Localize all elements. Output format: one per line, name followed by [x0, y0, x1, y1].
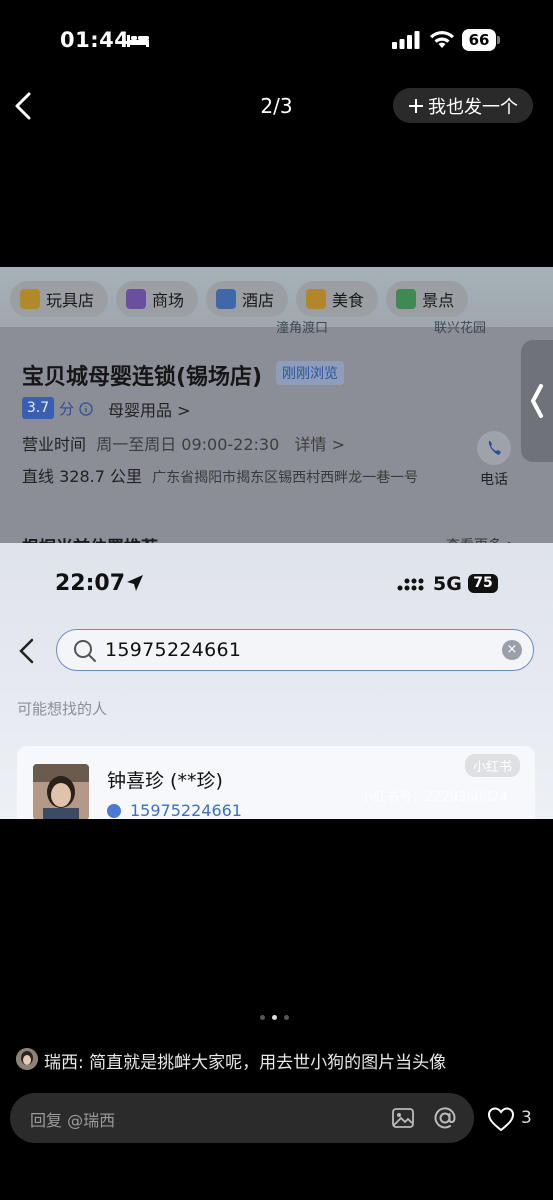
chevron-left-icon — [530, 384, 543, 418]
store-category-link[interactable]: 母婴用品 > — [108, 397, 191, 421]
search-value: 15975224661 — [105, 639, 242, 661]
recommend-more-link[interactable]: 查看更多 > — [446, 535, 518, 543]
phone-call-button[interactable] — [477, 431, 511, 465]
pager-dot — [284, 1015, 289, 1020]
mention-icon[interactable] — [432, 1105, 458, 1131]
recently-viewed-badge: 刚刚浏览 — [276, 361, 344, 385]
info-icon — [79, 402, 93, 416]
location-arrow-icon — [127, 575, 143, 591]
back-arrow-icon[interactable] — [18, 638, 36, 664]
mall-icon — [126, 289, 147, 309]
rating-unit: 分 — [59, 398, 93, 419]
watermark-id: 小红书号：2229360824 — [360, 790, 508, 805]
search-icon — [74, 640, 96, 662]
chip-toy-store[interactable]: 玩具店 — [10, 281, 109, 317]
battery-indicator: 66 — [462, 29, 496, 51]
heart-icon[interactable] — [487, 1106, 515, 1132]
store-name: 宝贝城母婴连锁(锡场店) — [22, 365, 263, 390]
reply-input[interactable]: 回复 @瑞西 — [10, 1093, 474, 1143]
map-place-label: 联兴花园 — [434, 321, 487, 336]
chip-scenic[interactable]: 景点 — [386, 281, 469, 317]
chip-label: 景点 — [422, 291, 455, 310]
contact-result-card[interactable]: 钟喜珍 (**珍) 15975224661 小红书 小红书号：222936082… — [17, 746, 535, 819]
commenter-avatar[interactable] — [16, 1048, 38, 1070]
avatar-photo — [33, 764, 89, 819]
screenshot-battery: 75 — [468, 574, 498, 593]
contact-badge-icon — [107, 804, 121, 818]
search-input[interactable]: 15975224661 × — [56, 629, 534, 671]
clear-icon[interactable]: × — [502, 640, 522, 660]
chip-food[interactable]: 美食 — [296, 281, 379, 317]
category-chips: 玩具店 商场 酒店 美食 景点 — [10, 281, 469, 317]
phone-icon — [488, 441, 501, 455]
contact-name: 钟喜珍 (**珍) — [107, 770, 223, 792]
toy-bag-icon — [20, 289, 40, 309]
plus-icon — [409, 98, 423, 113]
suggestion-hint: 可能想找的人 — [17, 700, 108, 718]
avatar-photo — [16, 1048, 38, 1070]
hours-label: 营业时间 — [22, 435, 87, 454]
fork-knife-icon — [306, 289, 327, 309]
pager-dot-active — [272, 1015, 277, 1020]
reply-placeholder: 回复 @瑞西 — [30, 1111, 116, 1130]
like-count: 3 — [521, 1108, 532, 1128]
avatar — [33, 764, 89, 819]
recommend-title: 根据当前位置推荐 — [22, 533, 158, 543]
chip-label: 玩具店 — [46, 291, 95, 310]
chip-mall[interactable]: 商场 — [116, 281, 199, 317]
rating-unit-label: 分 — [59, 400, 75, 418]
hours-value: 周一至周日 09:00-22:30 — [96, 435, 280, 454]
map-place-label: 潼角渡口 — [276, 321, 329, 336]
chip-label: 商场 — [152, 291, 185, 310]
comment-text: 瑞西: 简直就是挑衅大家呢，用去世小狗的图片当头像 — [44, 1053, 447, 1073]
side-panel-tab[interactable] — [521, 340, 553, 462]
contact-phone: 15975224661 — [130, 801, 242, 819]
hours-detail-link[interactable]: 详情 > — [295, 435, 346, 454]
wifi-icon — [430, 31, 454, 48]
post-too-button[interactable]: 我也发一个 — [393, 88, 533, 123]
distance: 直线 328.7 公里 — [22, 467, 142, 486]
screenshot-status-time: 22:07 — [55, 571, 126, 596]
sleep-focus-icon — [127, 35, 149, 47]
post-too-label: 我也发一个 — [428, 96, 518, 118]
distance-address: 直线 328.7 公里 广东省揭阳市揭东区锡西村西畔龙一巷一号 — [22, 463, 418, 487]
status-time: 01:44 — [60, 28, 130, 52]
hotel-icon — [216, 289, 237, 309]
pager-dot — [260, 1015, 265, 1020]
rating-score: 3.7 — [22, 397, 54, 419]
scenic-icon — [396, 289, 417, 309]
chip-label: 酒店 — [242, 291, 275, 310]
network-type: 5G — [433, 573, 462, 595]
cellular-signal-icon — [397, 578, 424, 591]
call-label: 电话 — [480, 472, 508, 488]
address: 广东省揭阳市揭东区锡西村西畔龙一巷一号 — [152, 470, 419, 486]
battery-cap — [497, 36, 500, 44]
watermark-logo: 小红书 — [465, 754, 521, 777]
chip-hotel[interactable]: 酒店 — [206, 281, 289, 317]
chip-label: 美食 — [332, 291, 365, 310]
business-hours: 营业时间 周一至周日 09:00-22:30 详情 > — [22, 431, 345, 455]
cellular-signal-icon — [392, 31, 420, 49]
image-icon[interactable] — [391, 1106, 415, 1130]
phone-search-screenshot: 22:07 5G 75 15975224661 × 可能想找的人 钟喜珍 (**… — [0, 543, 553, 819]
map-screenshot: 潼角渡口 联兴花园 玩具店 商场 酒店 美食 景点 宝贝城母婴连锁(锡场店) 刚… — [0, 267, 553, 543]
